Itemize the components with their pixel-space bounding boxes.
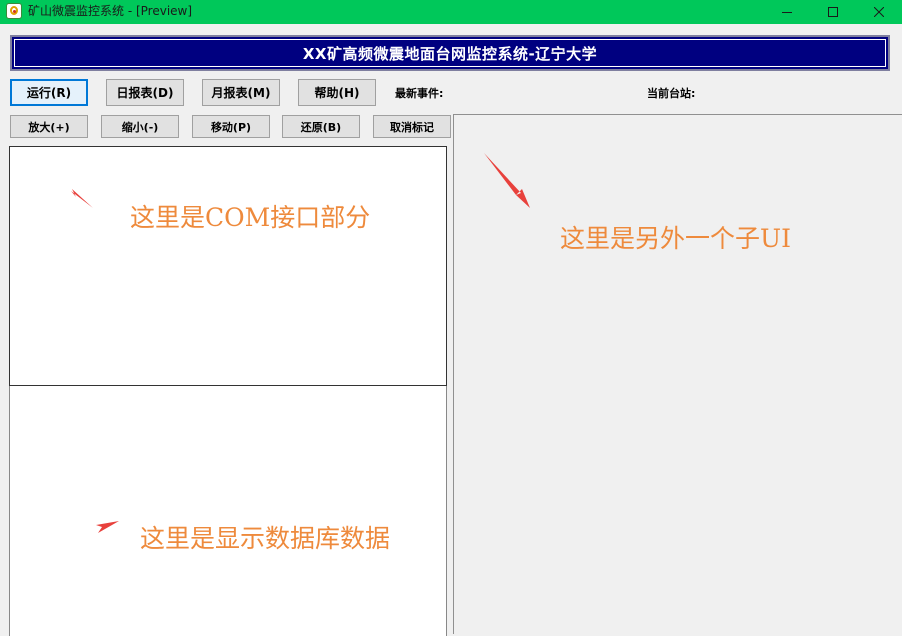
zoom-in-button[interactable]: 放大(+) [10,115,88,138]
sub-ui-annotation: 这里是另外一个子UI [560,224,791,253]
com-interface-panel[interactable] [9,146,447,386]
monthly-report-button[interactable]: 月报表(M) [202,79,280,106]
minimize-icon [782,12,792,13]
database-panel[interactable] [9,386,447,636]
current-station-label: 当前台站: [647,87,696,100]
close-button[interactable] [856,0,902,24]
restore-button[interactable]: 还原(B) [282,115,360,138]
app-icon [6,3,22,19]
maximize-icon [828,7,838,17]
db-annotation: 这里是显示数据库数据 [140,524,391,553]
com-annotation: 这里是COM接口部分 [130,203,371,232]
move-button[interactable]: 移动(P) [192,115,270,138]
clear-marks-button[interactable]: 取消标记 [373,115,451,138]
banner-inner: XX矿高频微震地面台网监控系统-辽宁大学 [14,39,886,67]
system-title: XX矿高频微震地面台网监控系统-辽宁大学 [302,44,598,63]
system-title-banner: XX矿高频微震地面台网监控系统-辽宁大学 [10,35,890,71]
maximize-button[interactable] [810,0,856,24]
title-bar[interactable]: 矿山微震监控系统 - [Preview] [0,0,902,24]
window-title: 矿山微震监控系统 - [Preview] [28,4,193,18]
sub-ui-panel[interactable] [453,114,902,634]
zoom-out-button[interactable]: 缩小(-) [101,115,179,138]
run-button[interactable]: 运行(R) [10,79,88,106]
help-button[interactable]: 帮助(H) [298,79,376,106]
daily-report-button[interactable]: 日报表(D) [106,79,184,106]
minimize-button[interactable] [764,0,810,24]
latest-event-label: 最新事件: [395,87,444,100]
close-icon [874,7,884,17]
